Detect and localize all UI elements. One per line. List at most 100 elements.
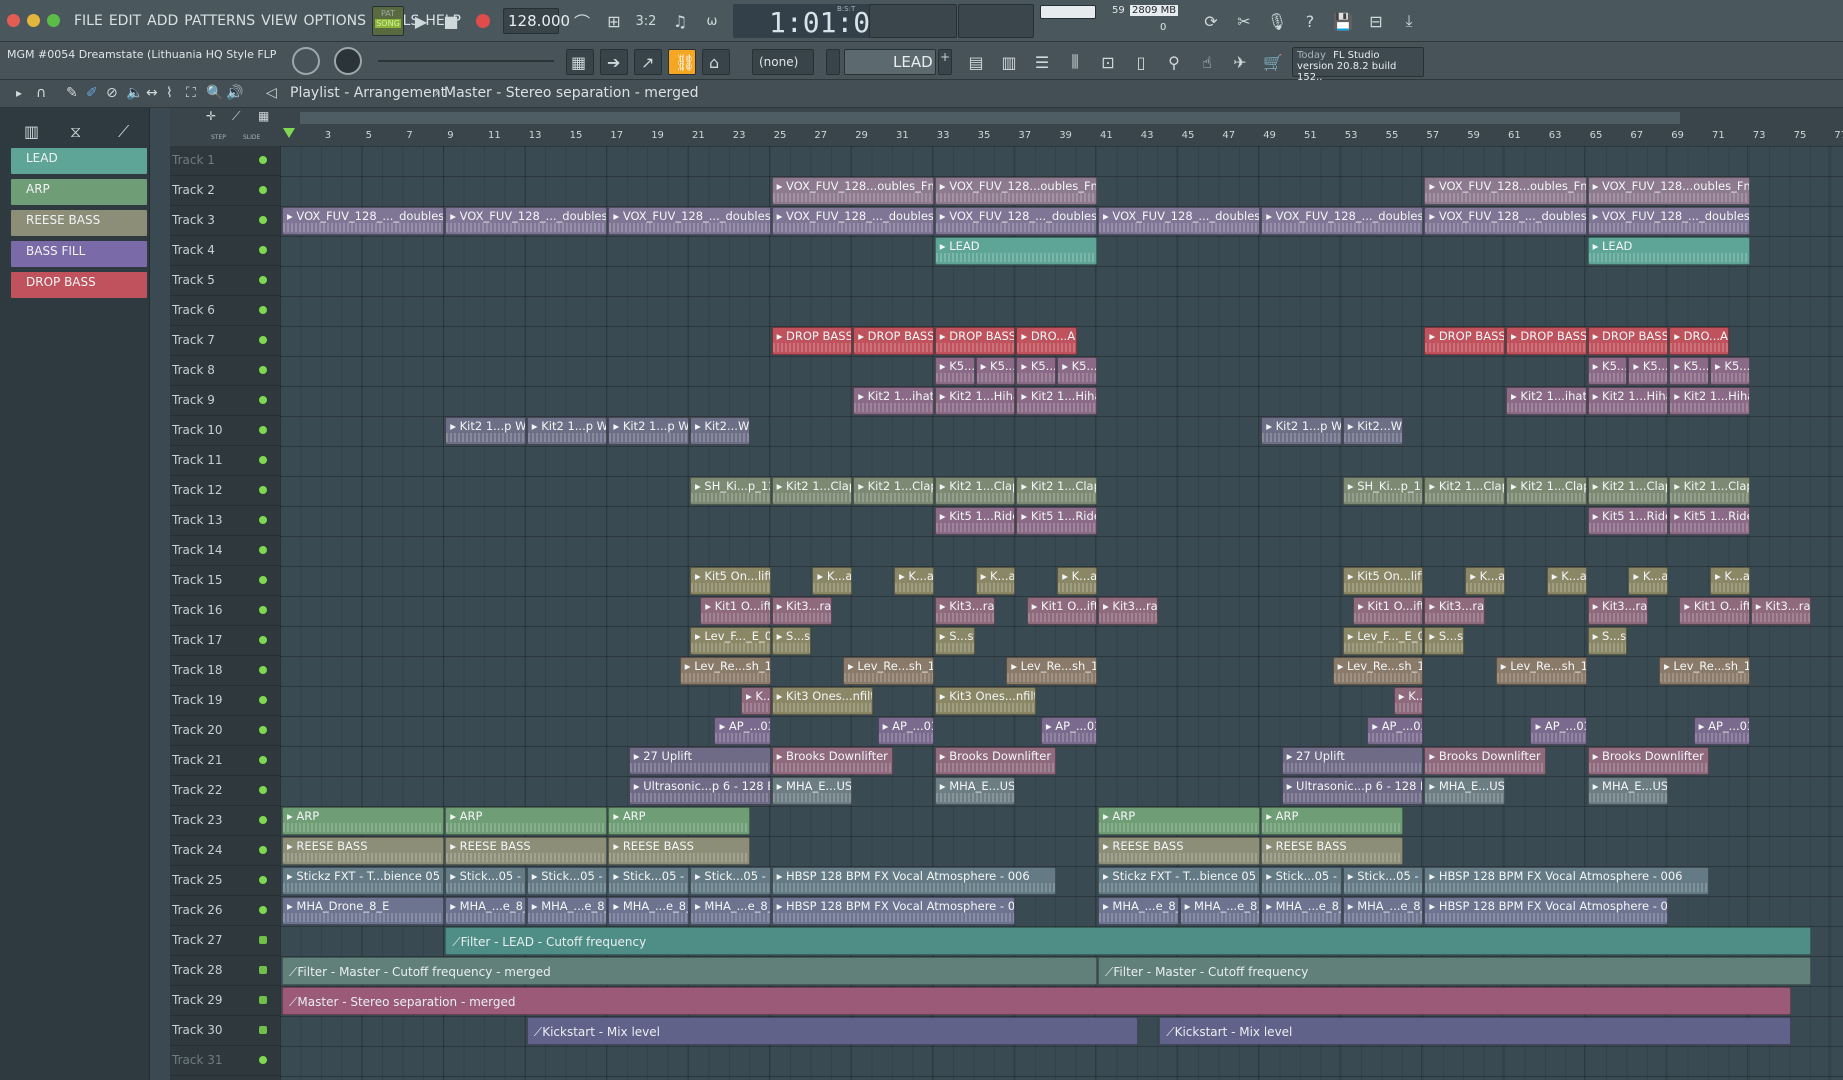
pattern-clip[interactable]: ▸ MHA_E...UST_1 bbox=[771, 777, 853, 805]
track-header[interactable]: Track 11 bbox=[170, 446, 280, 476]
pattern-clip[interactable]: ▸ Stick...05 - D# bbox=[526, 867, 608, 895]
pattern-clip[interactable]: ▸ K...0 bbox=[1393, 687, 1424, 715]
lock-icon[interactable] bbox=[259, 1026, 267, 1034]
save-icon[interactable]: 💾 bbox=[1329, 8, 1357, 34]
pattern-clip[interactable]: ▸ Kit1 O...ifter bbox=[1353, 597, 1424, 625]
track-header[interactable]: Track 28 bbox=[170, 956, 280, 986]
pattern-clip[interactable]: ▸ HBSP 128 BPM FX Vocal Atmosphere - 001 bbox=[1424, 897, 1669, 925]
track-enable-led[interactable] bbox=[259, 276, 267, 284]
pattern-clip[interactable]: ▸ K5...1 bbox=[1669, 357, 1709, 385]
pattern-clip[interactable]: ▸ AP_...03 bbox=[877, 717, 934, 745]
pattern-clip[interactable]: ▸ Kit3 Ones...nfilter bbox=[771, 687, 873, 715]
pattern-clip[interactable]: ▸ Kit2 1...Hihat bbox=[1016, 387, 1097, 415]
pattern-clip[interactable]: ▸ K5...1 bbox=[1710, 357, 1750, 385]
track-header[interactable]: Track 31 bbox=[170, 1046, 280, 1076]
pattern-clip[interactable]: ▸ K5... bbox=[1628, 357, 1669, 385]
playback-icon[interactable]: 🔊 bbox=[226, 85, 243, 101]
pattern-clip[interactable]: ▸ Kit1 O...ifter bbox=[1026, 597, 1097, 625]
touch-icon[interactable]: ☝ bbox=[1193, 49, 1221, 75]
help-icon[interactable]: ? bbox=[1296, 8, 1324, 34]
menu-view[interactable]: VIEW bbox=[261, 13, 297, 29]
track-enable-led[interactable] bbox=[259, 786, 267, 794]
slice-icon[interactable]: ⌇ bbox=[166, 85, 173, 101]
snap-forward-button[interactable]: ➔ bbox=[600, 49, 628, 75]
track-header[interactable]: Track 3 bbox=[170, 206, 280, 236]
track-header[interactable]: Track 27 bbox=[170, 926, 280, 956]
pattern-clip[interactable]: ▸ Kit2 1...Hihat bbox=[1669, 387, 1750, 415]
pattern-clip[interactable]: ▸ VOX_FUV_128_..._doubles_Fm bbox=[1098, 207, 1261, 235]
pattern-clip[interactable]: ▸ REESE BASS bbox=[282, 837, 445, 865]
zoom-icon[interactable]: 🔍 bbox=[206, 85, 223, 101]
automation-view-icon[interactable]: ⟋ bbox=[118, 122, 129, 142]
pattern-clip[interactable]: ▸ Kit2 1...Clap bbox=[1506, 477, 1587, 505]
pattern-clip[interactable]: ▸ MHA_Drone_8_E bbox=[282, 897, 445, 925]
pattern-clip[interactable]: ▸ S...sh bbox=[934, 627, 975, 655]
master-volume-knob[interactable] bbox=[292, 47, 320, 75]
pattern-clip[interactable]: ▸ Kit3...rash bbox=[771, 597, 832, 625]
pattern-clip[interactable]: ▸ Kit2 1...Clap bbox=[1669, 477, 1750, 505]
pattern-clip[interactable]: ▸ VOX_FUV_128...oubles_Fm #2 bbox=[771, 177, 934, 205]
pattern-clip[interactable]: ▸ VOX_FUV_128_..._doubles_Fm bbox=[771, 207, 934, 235]
channel-rack-icon[interactable]: ☰ bbox=[1028, 49, 1056, 75]
pattern-clip[interactable]: ▸ DROP BASS bbox=[1587, 327, 1669, 355]
pattern-clip[interactable]: ▸ Stickz FXT - T...bience 05 - D# bbox=[1098, 867, 1261, 895]
pattern-clip[interactable]: ▸ Lev_F..._E_05 bbox=[690, 627, 771, 655]
pattern-clip[interactable]: ▸ ARP bbox=[1098, 807, 1261, 835]
pattern-clip[interactable]: ▸ VOX_FUV_128_..._doubles_Fm bbox=[445, 207, 608, 235]
pattern-clip[interactable]: ▸ Kit2 1...Clap bbox=[934, 477, 1016, 505]
tempo-field[interactable]: 128.000 bbox=[503, 8, 570, 34]
lock-icon[interactable] bbox=[259, 996, 267, 1004]
pattern-clip[interactable]: ▸ SH_Ki...p_124 bbox=[1342, 477, 1424, 505]
track-enable-led[interactable] bbox=[259, 636, 267, 644]
pattern-clip[interactable]: ▸ Kit3...rash bbox=[1750, 597, 1811, 625]
track-header[interactable]: Track 9 bbox=[170, 386, 280, 416]
automation-clip[interactable]: ⟋Master - Stereo separation - merged bbox=[282, 987, 1791, 1015]
track-enable-led[interactable] bbox=[259, 216, 267, 224]
pattern-clip[interactable]: ▸ MHA_E...UST_1 bbox=[934, 777, 1016, 805]
track-header[interactable]: Track 26 bbox=[170, 896, 280, 926]
stop-button[interactable]: ■ bbox=[438, 8, 464, 34]
track-enable-led[interactable] bbox=[259, 486, 267, 494]
close-window-button[interactable] bbox=[7, 14, 20, 27]
pattern-clip[interactable]: ▸ AP_...03 bbox=[1040, 717, 1097, 745]
pattern-clip[interactable]: ▸ VOX_FUV_128...oubles_Fm #2 bbox=[1424, 177, 1587, 205]
pattern-clip[interactable]: ▸ REESE BASS bbox=[1261, 837, 1403, 865]
pattern-clip[interactable]: ▸ Kit3...rash bbox=[1424, 597, 1485, 625]
pattern-clip[interactable]: ▸ Kit2 1...p WET bbox=[608, 417, 689, 445]
pattern-clip[interactable]: ▸ MHA_E...UST_1 bbox=[1587, 777, 1669, 805]
piano-view-icon[interactable]: ▥ bbox=[24, 122, 39, 141]
pattern-clip[interactable]: ▸ Stickz FXT - T...bience 05 - D# bbox=[282, 867, 445, 895]
pattern-clip[interactable]: ▸ K...ad bbox=[975, 567, 1016, 595]
pattern-clip[interactable]: ▸ DRO...ASS bbox=[1016, 327, 1077, 355]
browser-icon[interactable]: ⊡ bbox=[1094, 49, 1122, 75]
track-header[interactable]: Track 20 bbox=[170, 716, 280, 746]
pattern-clip[interactable]: ▸ K...0 bbox=[741, 687, 771, 715]
track-header[interactable]: Track 12 bbox=[170, 476, 280, 506]
automation-clip[interactable]: ⟋Kickstart - Mix level bbox=[1159, 1017, 1791, 1045]
refresh-icon[interactable]: ⟳ bbox=[1197, 8, 1225, 34]
microphone-icon[interactable]: 🎙 bbox=[1263, 8, 1291, 34]
pat-song-toggle[interactable]: PAT SONG bbox=[372, 6, 404, 36]
pattern-clip[interactable]: ▸ MHA_E...UST_1 bbox=[1424, 777, 1505, 805]
track-enable-led[interactable] bbox=[259, 246, 267, 254]
track-enable-led[interactable] bbox=[259, 306, 267, 314]
pattern-clip[interactable]: ▸ Lev_Re...sh_12 bbox=[843, 657, 934, 685]
pattern-clip[interactable]: ▸ AP_...03 bbox=[1693, 717, 1750, 745]
pattern-clip[interactable]: ▸ ARP bbox=[445, 807, 608, 835]
pattern-clip[interactable]: ▸ Brooks Downlifter 3 bbox=[934, 747, 1057, 775]
track-header[interactable]: Track 13 bbox=[170, 506, 280, 536]
pattern-clip[interactable]: ▸ AP_...03 bbox=[1530, 717, 1587, 745]
lock-icon[interactable] bbox=[259, 966, 267, 974]
track-header[interactable]: Track 15 bbox=[170, 566, 280, 596]
track-enable-led[interactable] bbox=[259, 906, 267, 914]
minimize-window-button[interactable] bbox=[27, 14, 40, 27]
pattern-clip[interactable]: ▸ Kit2 1...ihat bbox=[1506, 387, 1587, 415]
marketplace-icon[interactable]: ✈ bbox=[1226, 49, 1254, 75]
pattern-item-reese-bass[interactable]: REESE BASS bbox=[11, 210, 147, 236]
pattern-clip[interactable]: ▸ MHA_...e_8_E bbox=[1342, 897, 1424, 925]
pattern-clip[interactable]: ▸ DROP BASS bbox=[934, 327, 1016, 355]
pattern-clip[interactable]: ▸ Lev_F..._E_05 bbox=[1342, 627, 1424, 655]
plugin-icon[interactable]: ⚲ bbox=[1160, 49, 1188, 75]
track-header[interactable]: Track 4 bbox=[170, 236, 280, 266]
magnet-icon[interactable]: ∩ bbox=[36, 85, 46, 101]
